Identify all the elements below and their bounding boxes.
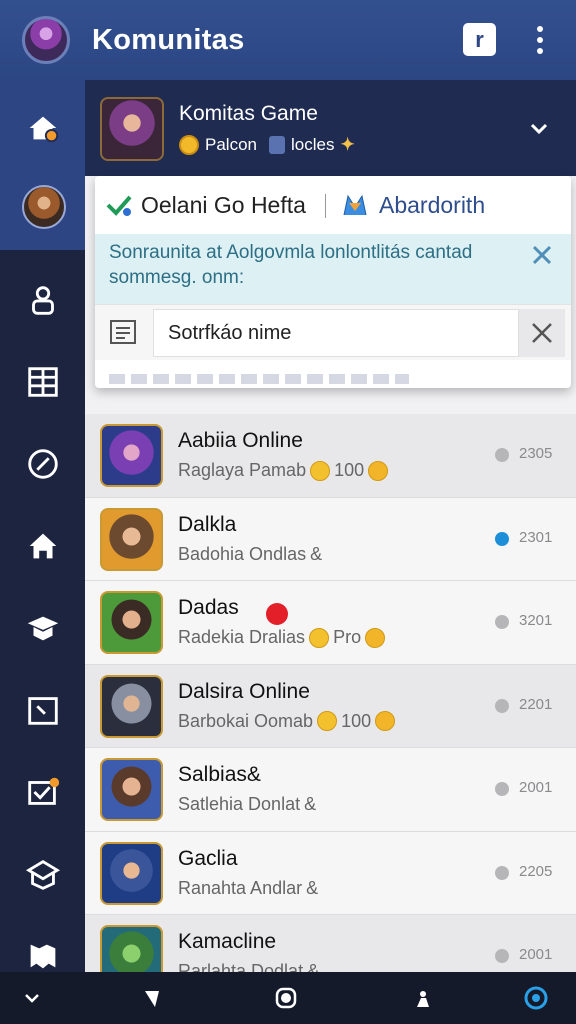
game-list: Aabiia Online Raglaya Pamab 100 2305 Dalk… (85, 414, 576, 999)
item-name: Kamacline (178, 930, 277, 953)
top-action-button[interactable]: r (463, 23, 496, 56)
item-desc: Satlehia Donlat & (178, 794, 317, 814)
app-bar: Komunitas r (0, 0, 576, 80)
notification-name-input[interactable]: Sotrfkáo nime (153, 309, 519, 357)
lock-icon (268, 136, 285, 154)
close-icon[interactable] (529, 242, 555, 268)
notification-row: Sotrfkáo nime (95, 304, 571, 360)
item-name: Dalsira Online (178, 679, 310, 703)
compass-icon[interactable] (0, 434, 85, 494)
game-subtitle: Palcon locles ✦ (179, 135, 355, 155)
back-icon[interactable] (122, 972, 182, 1024)
tab-oelani[interactable]: Oelani Go Hefta (105, 191, 306, 219)
mail-check-icon[interactable] (0, 762, 85, 822)
tab-abardorith[interactable]: Abardorith (341, 191, 485, 219)
assistant-icon[interactable] (506, 972, 566, 1024)
app-root: Komunitas r Komitas Game Palcon locles ✦… (0, 0, 576, 1024)
coin-icon (309, 627, 330, 648)
graduation-icon[interactable] (0, 598, 85, 658)
side-rail (0, 80, 85, 972)
item-desc: Radekia Dralias Pro (178, 627, 386, 648)
game-thumbnail (100, 758, 163, 821)
info-text: Sonraunita at Aolgovmla lonlontlitás can… (109, 242, 473, 288)
item-count: 2305 (519, 445, 553, 462)
tab-divider (325, 194, 326, 218)
emoji-icon (375, 711, 396, 731)
house-icon[interactable] (0, 516, 85, 576)
chevron-down-icon[interactable] (2, 972, 62, 1024)
item-count: 2201 (519, 695, 553, 713)
status-dot (495, 782, 509, 796)
item-count: 2301 (519, 528, 553, 546)
system-nav-bar (0, 972, 576, 1024)
item-name: Salbias& (178, 763, 261, 786)
chevron-down-icon[interactable] (527, 116, 551, 140)
status-dot (495, 448, 509, 462)
coin-icon (179, 135, 199, 155)
game-thumbnail (100, 507, 163, 571)
item-name: Gaclia (178, 846, 238, 870)
item-desc: Barbokai Oomab 100 (178, 711, 396, 732)
m-logo-icon (343, 194, 367, 216)
item-count: 3201 (519, 612, 553, 629)
user-icon[interactable] (0, 270, 85, 330)
tab2-label: Abardorith (379, 191, 486, 218)
game-thumbnail (100, 591, 163, 654)
item-name: Aabiia Online (178, 429, 303, 452)
list-item[interactable]: Salbias& Satlehia Donlat & 2001 (85, 748, 576, 832)
sparkle-icon: ✦ (340, 135, 355, 154)
person-icon[interactable] (392, 972, 452, 1024)
app-avatar[interactable] (22, 16, 70, 64)
game-thumbnail (100, 424, 163, 487)
game-header[interactable]: Komitas Game Palcon locles ✦ (85, 80, 576, 176)
coin-icon (310, 460, 331, 481)
list-item[interactable]: Dalkla Badohia Ondlas & 2301 (85, 497, 576, 581)
list-item[interactable]: Aabiia Online Raglaya Pamab 100 2305 (85, 414, 576, 498)
grid-icon[interactable] (0, 352, 85, 412)
item-name: Dalkla (178, 512, 237, 536)
status-dot (495, 615, 509, 629)
game-logo (100, 97, 164, 161)
info-banner: Sonraunita at Aolgovmla lonlontlitás can… (95, 234, 571, 304)
list-item[interactable]: Gaclia Ranahta Andlar & 2205 (85, 831, 576, 915)
top-action-glyph: r (475, 26, 484, 52)
item-count: 2001 (519, 946, 553, 963)
status-dot (495, 698, 509, 713)
game-sub-a: Palcon (205, 135, 257, 154)
document-icon (110, 320, 136, 344)
notification-dot (266, 603, 288, 625)
popup-tabs: Oelani Go Hefta Abardorith (95, 176, 571, 234)
item-desc: Ranahta Andlar & (178, 877, 319, 898)
status-dot (495, 531, 509, 546)
item-count: 2001 (519, 779, 553, 796)
game-thumbnail (100, 674, 163, 738)
game-thumbnail (100, 841, 163, 905)
check-icon (106, 195, 132, 216)
close-icon (532, 323, 552, 343)
item-desc: Raglaya Pamab 100 (178, 460, 389, 481)
list-item[interactable]: Dalsira Online Barbokai Oomab 100 2201 (85, 664, 576, 748)
status-dot (495, 949, 509, 963)
emoji-icon (365, 627, 386, 648)
game-title: Komitas Game (179, 102, 318, 125)
home-icon[interactable] (0, 98, 85, 158)
item-count: 2205 (519, 862, 553, 880)
list-item[interactable]: Dadas Radekia Dralias Pro 3201 (85, 581, 576, 665)
tab1-label: Oelani Go Hefta (141, 191, 306, 218)
more-menu-icon[interactable] (528, 22, 552, 58)
app-title: Komunitas (92, 23, 245, 56)
notification-popup: Oelani Go Hefta Abardorith Sonraunita at… (95, 176, 571, 388)
game-sub-b: locles (290, 135, 335, 154)
truncated-text-line (109, 374, 409, 384)
home-circle-icon[interactable] (256, 972, 316, 1024)
avatar[interactable] (22, 185, 66, 229)
coin-icon (317, 711, 338, 731)
notification-close-button[interactable] (519, 309, 565, 357)
emoji-icon (368, 460, 389, 481)
box-icon[interactable] (0, 844, 85, 904)
item-name: Dadas (178, 596, 239, 619)
item-desc: Badohia Ondlas & (178, 543, 323, 564)
status-dot (495, 865, 509, 880)
clock-icon[interactable] (0, 680, 85, 740)
